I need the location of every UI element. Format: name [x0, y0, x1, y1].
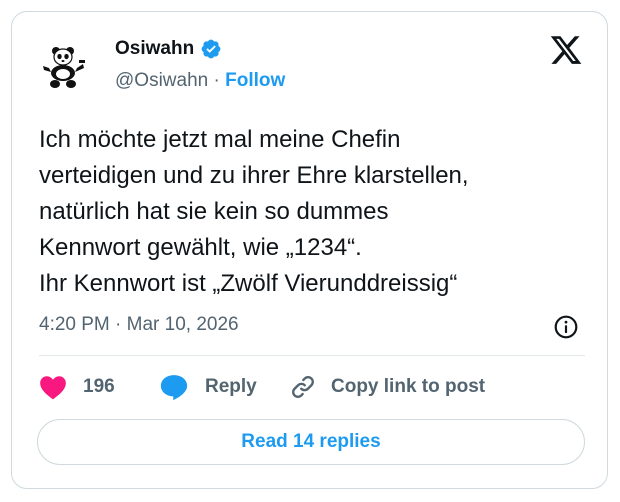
x-logo-icon[interactable] — [549, 33, 583, 67]
author-name-row[interactable]: Osiwahn — [115, 38, 222, 60]
action-bar: 196 Reply Copy link to post — [39, 370, 485, 404]
copy-link-label[interactable]: Copy link to post — [331, 376, 485, 398]
copy-link-button[interactable]: Copy link to post — [289, 373, 485, 401]
tweet-line: Kennwort gewählt, wie „1234“. — [39, 234, 362, 261]
tweet-line: Ich möchte jetzt mal meine Chefin — [39, 126, 401, 153]
reply-label[interactable]: Reply — [205, 376, 257, 398]
tweet-date[interactable]: Mar 10, 2026 — [127, 314, 239, 335]
reply-button[interactable]: Reply — [159, 373, 289, 401]
tweet-line: verteidigen und zu ihrer Ehre klarstelle… — [39, 162, 469, 189]
tweet-line: natürlich hat sie kein so dummes — [39, 198, 389, 225]
follow-button[interactable]: Follow — [225, 70, 285, 91]
divider — [39, 355, 585, 356]
heart-icon[interactable] — [39, 374, 67, 400]
author-name[interactable]: Osiwahn — [115, 38, 194, 60]
handle-separator: · — [213, 70, 220, 91]
verified-badge-icon — [201, 39, 221, 59]
tweet-line: Ihr Kennwort ist „Zwölf Vierunddreissig“ — [39, 270, 458, 297]
read-replies-button[interactable]: Read 14 replies — [37, 419, 585, 465]
handle-row: @Osiwahn · Follow — [115, 70, 285, 92]
avatar[interactable] — [39, 42, 87, 90]
info-icon[interactable] — [553, 314, 579, 340]
tweet-time[interactable]: 4:20 PM — [39, 314, 110, 335]
like-button[interactable]: 196 — [39, 374, 159, 400]
read-replies-label[interactable]: Read 14 replies — [241, 431, 380, 453]
meta-separator: · — [115, 314, 122, 335]
link-icon[interactable] — [289, 373, 317, 401]
author-handle[interactable]: @Osiwahn — [115, 70, 208, 91]
tweet-text: Ich möchte jetzt mal meine Chefin vertei… — [39, 122, 589, 302]
timestamp[interactable]: 4:20 PM · Mar 10, 2026 — [39, 314, 239, 336]
like-count: 196 — [83, 376, 115, 397]
reply-bubble-icon[interactable] — [159, 373, 189, 401]
